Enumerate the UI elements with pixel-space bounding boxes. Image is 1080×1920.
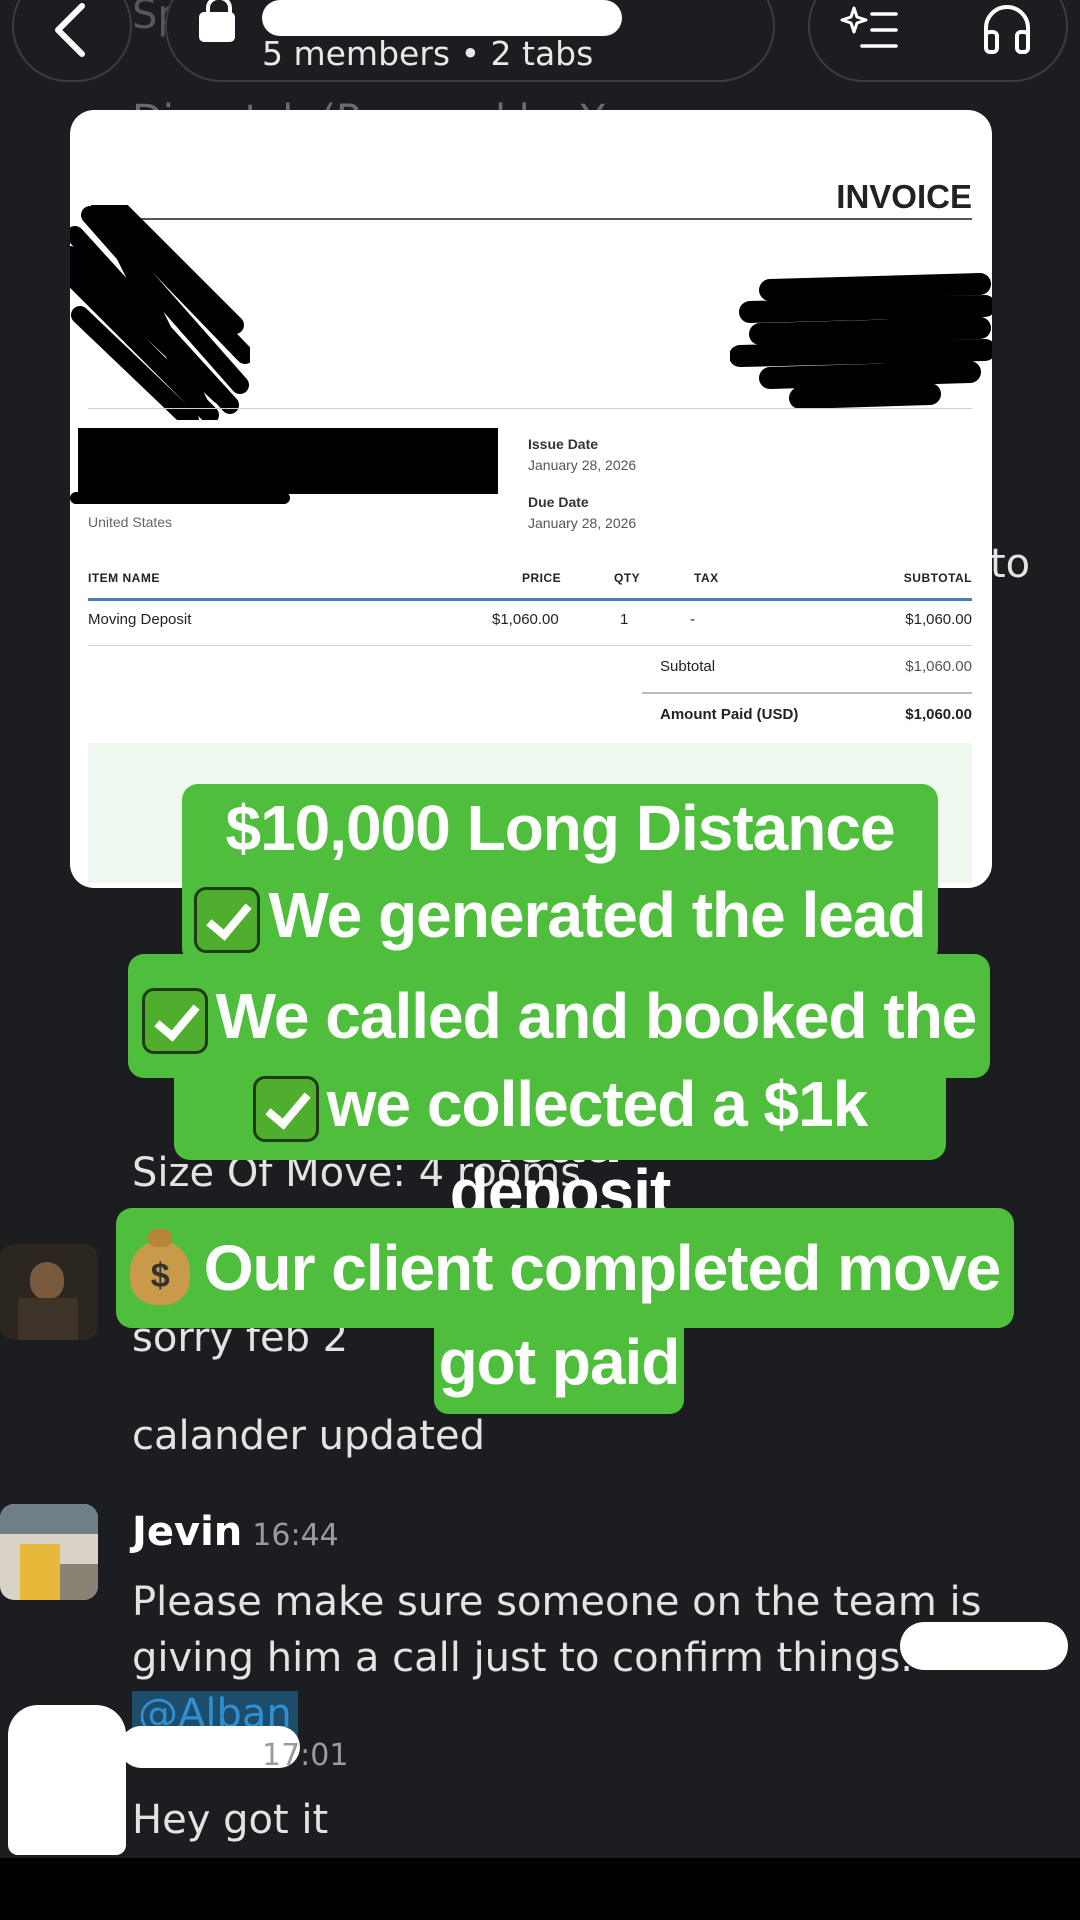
invoice-title: INVOICE bbox=[836, 178, 972, 215]
back-arrow-icon bbox=[55, 3, 85, 57]
check-icon bbox=[194, 887, 261, 954]
due-date: January 28, 2026 bbox=[528, 515, 637, 531]
sender-name[interactable]: Jevin bbox=[132, 1509, 242, 1555]
channel-header[interactable]: 5 members • 2 tabs bbox=[165, 0, 775, 82]
row-tax: - bbox=[690, 611, 695, 628]
invoice-image[interactable]: INVOICE United States Issue Date January… bbox=[70, 110, 992, 888]
row-subtotal: $1,060.00 bbox=[905, 611, 972, 628]
headphones-icon[interactable] bbox=[980, 0, 1034, 56]
amount-paid-label: Amount Paid (USD) bbox=[660, 706, 799, 723]
subtotal-label: Subtotal bbox=[660, 658, 716, 675]
bill-to-country: United States bbox=[88, 514, 173, 530]
caption-line: we collected a $1k deposit bbox=[326, 1068, 869, 1228]
table-header-rule bbox=[88, 598, 972, 601]
user-avatar[interactable] bbox=[0, 1244, 98, 1340]
subtotal-value: $1,060.00 bbox=[905, 658, 972, 675]
divider bbox=[88, 645, 972, 646]
bottom-bar bbox=[0, 1858, 1080, 1920]
redacted-avatar bbox=[8, 1705, 126, 1855]
column-qty: QTY bbox=[614, 571, 641, 585]
redacted-company-scribble bbox=[730, 273, 992, 409]
back-button[interactable] bbox=[12, 0, 132, 82]
column-tax: TAX bbox=[694, 571, 719, 585]
money-bag-icon: $ bbox=[129, 1229, 190, 1306]
redacted-bill-to bbox=[78, 428, 498, 494]
issue-date: January 28, 2026 bbox=[528, 457, 637, 473]
message-last: Hey got it bbox=[132, 1797, 329, 1843]
column-price: PRICE bbox=[522, 571, 562, 585]
row-item-name: Moving Deposit bbox=[88, 611, 192, 628]
redacted-bill-to bbox=[70, 492, 290, 504]
caption-line: got paid bbox=[438, 1326, 681, 1398]
caption-line: We generated the lead bbox=[268, 879, 926, 951]
row-price: $1,060.00 bbox=[492, 611, 559, 628]
caption-box-6: got paid bbox=[434, 1322, 684, 1414]
issue-date-label: Issue Date bbox=[528, 436, 599, 452]
lock-icon bbox=[199, 0, 235, 42]
message-calendar: calander updated bbox=[132, 1413, 485, 1459]
redacted-logo-scribble bbox=[70, 205, 250, 420]
row-qty: 1 bbox=[620, 611, 629, 628]
column-subtotal: SUBTOTAL bbox=[903, 571, 972, 585]
caption-box-5: $Our client completed move and bbox=[116, 1208, 1014, 1424]
caption-box-4: we collected a $1k deposit bbox=[174, 1060, 946, 1228]
channel-subtitle: 5 members • 2 tabs bbox=[262, 34, 594, 73]
caption-box-2: We generated the lead bbox=[182, 870, 938, 960]
redacted-channel-name bbox=[262, 0, 622, 36]
redacted-mention bbox=[900, 1622, 1068, 1670]
due-date-label: Due Date bbox=[528, 494, 589, 510]
amount-paid-value: $1,060.00 bbox=[905, 706, 972, 723]
message-fragment-side: to bbox=[990, 541, 1031, 587]
message-time: 16:44 bbox=[252, 1518, 339, 1553]
ai-summary-icon[interactable] bbox=[840, 2, 900, 58]
column-item-name: ITEM NAME bbox=[88, 571, 160, 585]
check-icon bbox=[252, 1076, 319, 1143]
message-header-jevin: Jevin 16:44 bbox=[132, 1504, 339, 1564]
message-jevin-line1: Please make sure someone on the team is bbox=[132, 1579, 982, 1625]
message-time: 17:01 bbox=[262, 1738, 349, 1773]
divider bbox=[88, 408, 972, 409]
header-actions bbox=[808, 0, 1068, 82]
message-text: giving him a call just to confirm things… bbox=[132, 1635, 914, 1681]
divider bbox=[642, 692, 972, 694]
jevin-avatar[interactable] bbox=[0, 1504, 98, 1600]
check-icon bbox=[141, 988, 208, 1055]
